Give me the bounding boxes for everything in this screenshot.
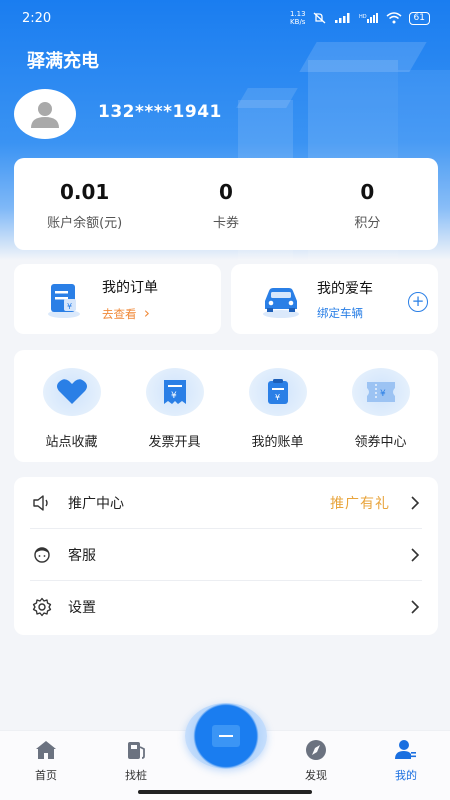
- stat-value: 0.01: [59, 180, 110, 204]
- scan-icon: [212, 725, 240, 747]
- tab-label: 我的: [395, 769, 417, 782]
- car-title: 我的爱车: [317, 280, 373, 297]
- speaker-icon: [32, 493, 52, 513]
- tab-mine[interactable]: 我的: [381, 739, 431, 783]
- svg-text:¥: ¥: [171, 391, 177, 401]
- chevron-right-icon: [408, 495, 422, 510]
- coupon-icon: ¥: [351, 368, 410, 416]
- my-orders-card[interactable]: ¥ 我的订单 去查看 ›: [14, 264, 221, 334]
- stat-value: 0: [219, 180, 233, 204]
- scan-charge-button[interactable]: [185, 703, 267, 769]
- bill-icon: ¥: [248, 368, 307, 416]
- grid-item-coupon-center[interactable]: ¥ 领券中心: [331, 350, 431, 462]
- account-stats-card: 0.01 账户余额(元) 0 卡券 0 积分: [14, 158, 438, 250]
- menu-label: 推广中心: [68, 495, 124, 512]
- tab-label: 找桩: [125, 769, 147, 782]
- tab-label: 首页: [35, 769, 57, 782]
- chevron-right-icon: ›: [143, 303, 150, 322]
- chevron-right-icon: [408, 547, 422, 562]
- stat-label: 账户余额(元): [47, 216, 123, 231]
- grid-label: 我的账单: [251, 435, 304, 450]
- menu-item-customer-service[interactable]: 客服: [30, 529, 422, 581]
- svg-text:¥: ¥: [67, 302, 72, 311]
- my-car-card[interactable]: 我的爱车 绑定车辆 +: [231, 264, 438, 334]
- mute-icon: [313, 12, 325, 24]
- chevron-right-icon: [408, 600, 422, 614]
- add-car-button[interactable]: +: [408, 292, 428, 312]
- car-icon: [259, 279, 299, 319]
- tab-find-charger[interactable]: 找桩: [111, 739, 161, 783]
- grid-item-bill[interactable]: ¥ 我的账单: [228, 350, 328, 462]
- order-document-icon: ¥: [44, 279, 84, 319]
- tab-home[interactable]: 首页: [21, 739, 71, 783]
- avatar[interactable]: [14, 89, 76, 139]
- stat-coupons[interactable]: 0 卡券: [155, 158, 296, 250]
- signal-hd-icon: HD: [359, 13, 378, 23]
- wifi-icon: [386, 12, 402, 24]
- grid-item-invoice[interactable]: ¥ 发票开具: [125, 350, 225, 462]
- svg-text:¥: ¥: [275, 393, 280, 402]
- status-bar: 2:20 1.13 KB/s HD 61: [0, 0, 450, 36]
- gear-icon: [32, 597, 52, 617]
- tab-discover[interactable]: 发现: [291, 739, 341, 783]
- grid-item-favorites[interactable]: 站点收藏: [22, 350, 122, 462]
- stat-label: 卡券: [212, 216, 239, 231]
- orders-title: 我的订单: [102, 279, 158, 296]
- orders-view-link[interactable]: 去查看 ›: [102, 304, 158, 322]
- svg-text:HD: HD: [359, 14, 367, 20]
- app-title: 驿满充电: [27, 51, 99, 72]
- headset-icon: [32, 545, 52, 565]
- home-indicator: [138, 790, 312, 794]
- stat-value: 0: [360, 180, 375, 204]
- stat-balance[interactable]: 0.01 账户余额(元): [14, 158, 155, 250]
- compass-icon: [306, 740, 326, 760]
- stat-label: 积分: [354, 216, 381, 231]
- user-phone[interactable]: 132****1941: [98, 102, 222, 122]
- building-decoration: [299, 42, 427, 72]
- user-icon: [395, 740, 416, 759]
- status-icons: 1.13 KB/s HD 61: [290, 10, 430, 26]
- svg-text:¥: ¥: [380, 389, 386, 399]
- tab-label: 发现: [305, 769, 327, 782]
- settings-menu: 推广中心 推广有礼 客服 设置: [14, 477, 438, 635]
- heart-icon: [42, 368, 101, 416]
- bind-car-link[interactable]: 绑定车辆: [317, 305, 373, 321]
- home-icon: [36, 741, 56, 759]
- grid-label: 领券中心: [354, 435, 407, 450]
- charging-station-icon: [128, 742, 145, 759]
- battery-indicator: 61: [408, 11, 430, 25]
- menu-item-settings[interactable]: 设置: [30, 581, 422, 633]
- stat-points[interactable]: 0 积分: [297, 158, 438, 250]
- grid-label: 站点收藏: [45, 435, 98, 450]
- invoice-icon: ¥: [145, 368, 204, 416]
- feature-grid: 站点收藏 ¥ 发票开具 ¥ 我的账单 ¥ 领券中心: [14, 350, 438, 462]
- user-avatar-icon: [31, 102, 59, 128]
- menu-label: 客服: [68, 547, 96, 564]
- menu-item-promotion[interactable]: 推广中心 推广有礼: [30, 477, 422, 529]
- signal-icon: [334, 13, 350, 23]
- net-speed: 1.13 KB/s: [289, 10, 306, 26]
- status-time: 2:20: [22, 10, 52, 26]
- grid-label: 发票开具: [148, 435, 201, 450]
- menu-label: 设置: [68, 600, 96, 616]
- promo-badge: 推广有礼: [330, 495, 390, 512]
